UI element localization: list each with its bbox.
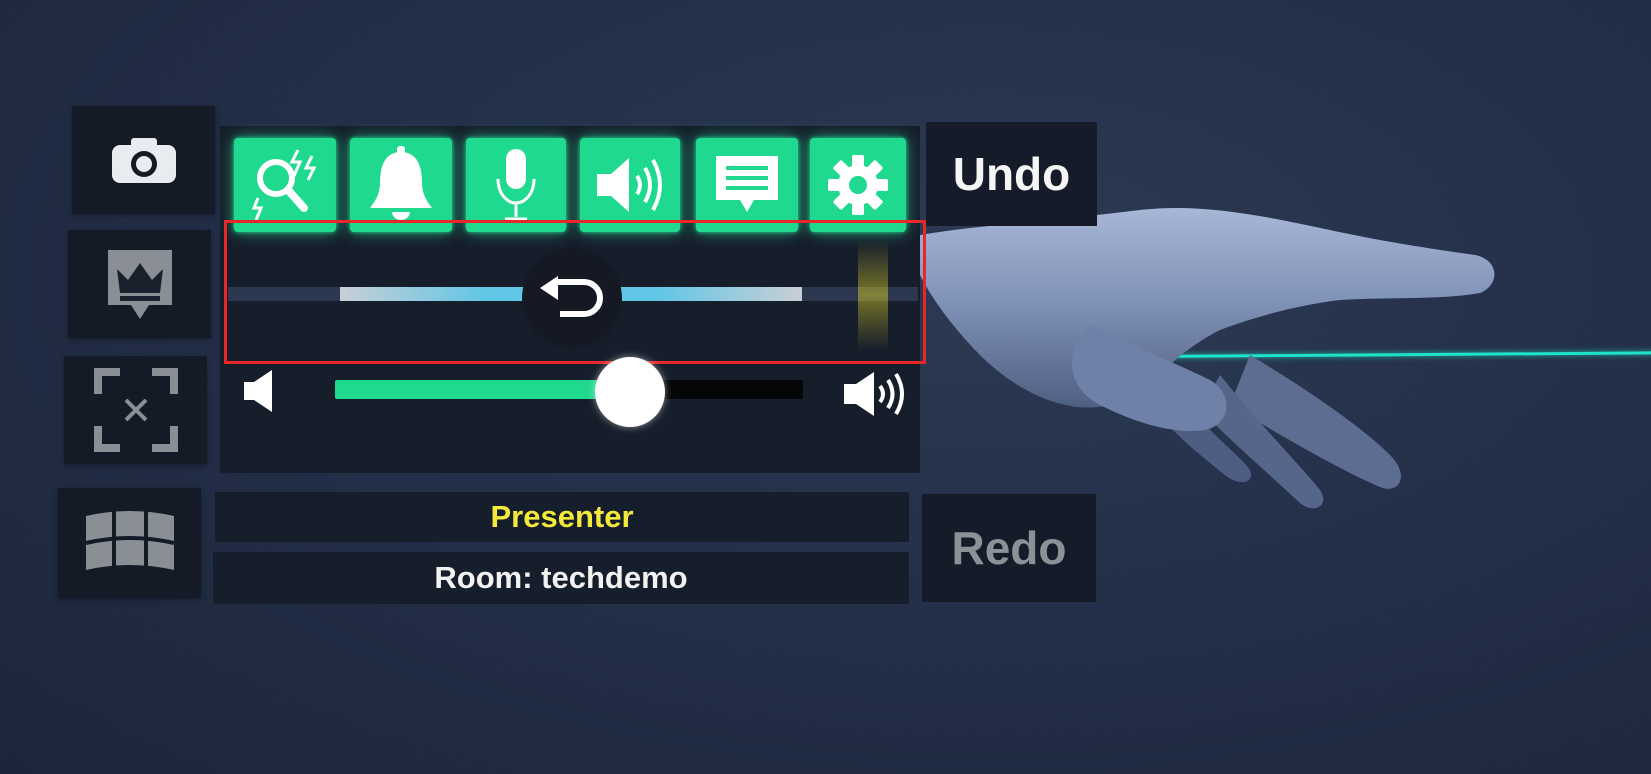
room-label: Room: techdemo	[434, 560, 688, 595]
bell-icon	[370, 146, 432, 220]
volume-handle[interactable]	[594, 357, 665, 427]
camera-icon	[111, 138, 176, 183]
volume-low-icon	[244, 370, 272, 412]
microphone-button[interactable]	[466, 138, 566, 232]
room-label-box: Room: techdemo	[213, 552, 909, 604]
layout-grid-button[interactable]	[58, 488, 201, 598]
volume-high-icon	[844, 372, 904, 416]
role-label-box: Presenter	[215, 492, 909, 542]
notifications-button[interactable]	[350, 138, 452, 232]
presenter-crown-button[interactable]	[68, 230, 211, 338]
microphone-icon	[496, 149, 536, 221]
undo-button[interactable]: Undo	[926, 122, 1097, 226]
curved-grid-icon	[85, 510, 174, 570]
exit-fullscreen-button[interactable]	[64, 356, 207, 464]
redo-label: Redo	[951, 522, 1067, 574]
highlight-box	[224, 220, 926, 364]
exit-fullscreen-icon	[93, 368, 178, 452]
chat-icon	[716, 156, 778, 212]
settings-button[interactable]	[810, 138, 906, 232]
volume-fill	[335, 380, 630, 399]
chat-button[interactable]	[696, 138, 798, 232]
redo-button[interactable]: Redo	[922, 494, 1096, 602]
gear-icon	[828, 155, 888, 215]
speaker-icon	[597, 158, 662, 212]
search-lightning-icon	[251, 149, 317, 221]
role-label: Presenter	[490, 499, 634, 534]
crown-icon	[107, 250, 172, 319]
search-lightning-button[interactable]	[234, 138, 336, 232]
camera-button[interactable]	[72, 106, 215, 214]
speaker-button[interactable]	[580, 138, 680, 232]
undo-label: Undo	[952, 148, 1071, 200]
